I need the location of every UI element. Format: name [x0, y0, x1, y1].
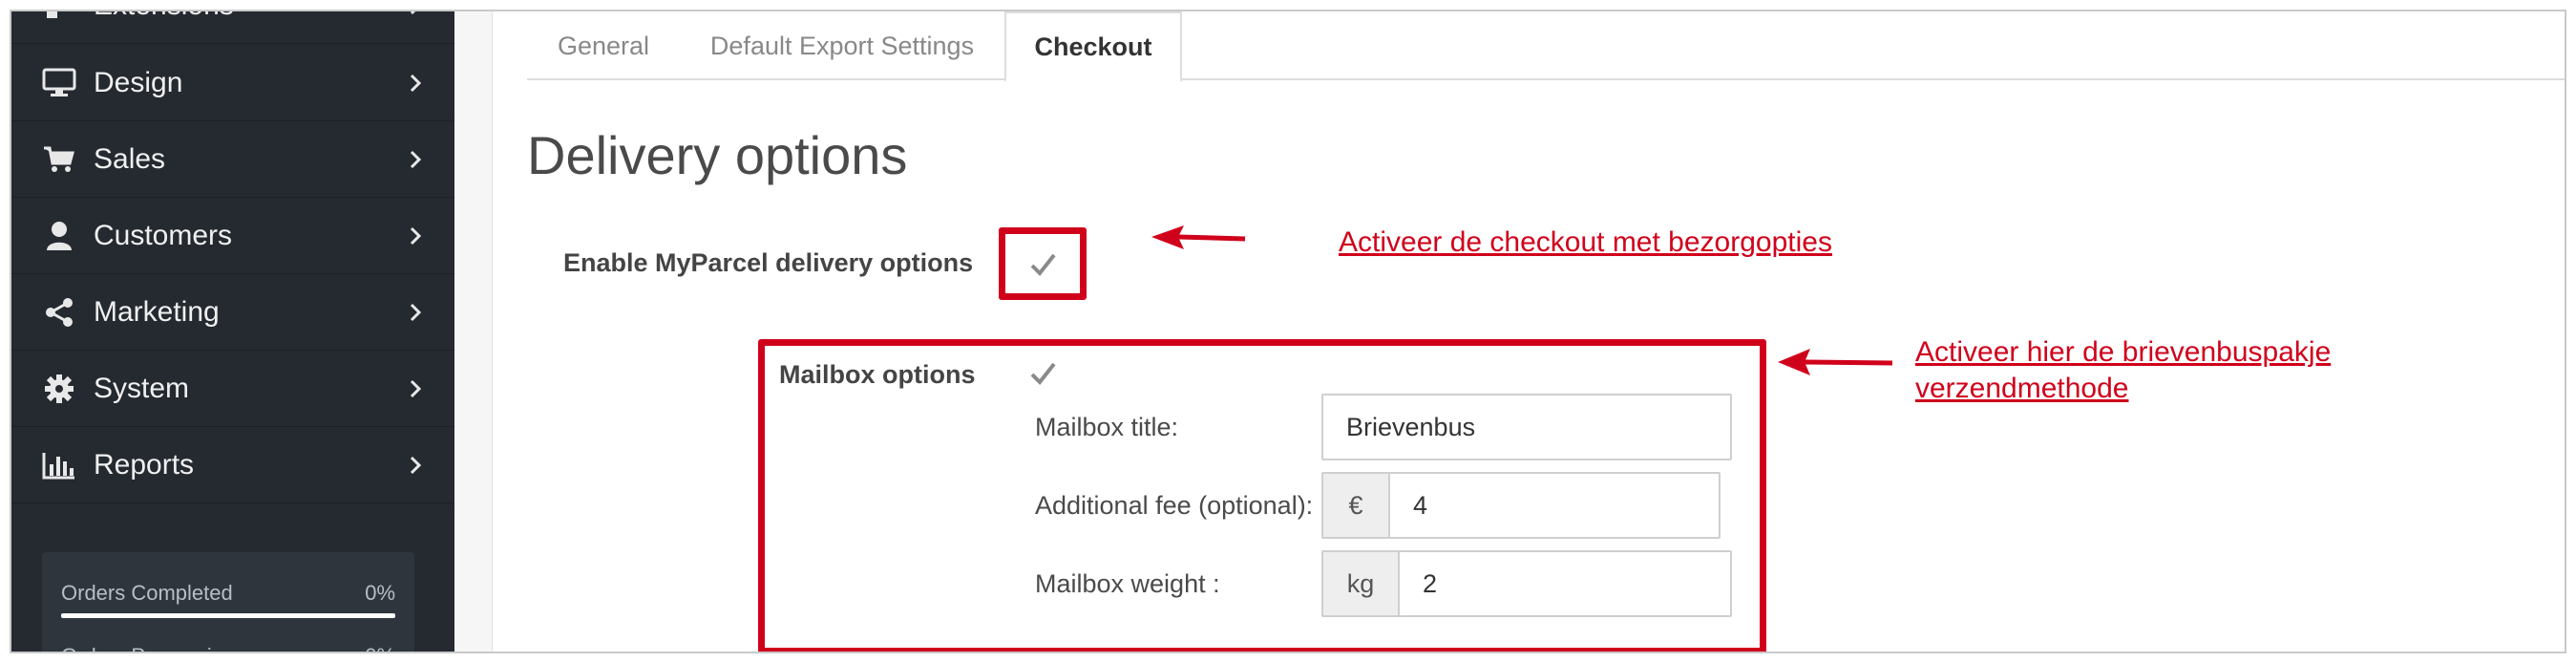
- sidebar-item-label: Sales: [94, 142, 166, 175]
- chevron-right-icon: [405, 11, 426, 23]
- sidebar: Extensions Design Sales Customers: [11, 11, 454, 652]
- chevron-right-icon: [405, 295, 426, 330]
- enable-delivery-options-label: Enable MyParcel delivery options: [563, 248, 974, 277]
- sidebar-item-design[interactable]: Design: [11, 45, 454, 121]
- tab-general[interactable]: General: [527, 11, 680, 80]
- sidebar-item-reports[interactable]: Reports: [11, 427, 454, 503]
- annotation-text-1: Activeer de checkout met bezorgopties: [1339, 226, 1832, 258]
- stat-value: 0%: [365, 644, 395, 652]
- mailbox-weight-label: Mailbox weight :: [1035, 569, 1220, 598]
- weight-unit-addon: kg: [1321, 550, 1400, 617]
- currency-addon: €: [1321, 472, 1390, 539]
- sidebar-item-label: Customers: [94, 219, 233, 251]
- mailbox-options-label: Mailbox options: [779, 360, 976, 389]
- sidebar-item-marketing[interactable]: Marketing: [11, 274, 454, 351]
- annotation-text-2-line1: Activeer hier de brievenbuspakje: [1915, 336, 2332, 368]
- page-title: Delivery options: [527, 125, 908, 185]
- user-icon: [40, 217, 78, 255]
- sidebar-item-label: Reports: [94, 448, 195, 481]
- puzzle-icon: [40, 11, 78, 25]
- content-gutter: [454, 11, 493, 652]
- annotation-text-2-line2: verzendmethode: [1915, 373, 2129, 404]
- tab-bar: General Default Export Settings Checkout: [527, 11, 2565, 82]
- mailbox-weight-input[interactable]: 2: [1398, 550, 1732, 617]
- cart-icon: [40, 140, 78, 179]
- stat-orders-processing: Orders Processing 0%: [61, 644, 395, 652]
- additional-fee-label: Additional fee (optional):: [1035, 491, 1314, 520]
- sidebar-item-label: Design: [94, 66, 183, 98]
- tab-default-export-settings[interactable]: Default Export Settings: [680, 11, 1004, 80]
- stat-orders-completed: Orders Completed 0%: [61, 581, 395, 606]
- sidebar-item-customers[interactable]: Customers: [11, 198, 454, 274]
- checkmark-icon: [1030, 253, 1056, 277]
- monitor-icon: [40, 64, 78, 102]
- chevron-right-icon: [405, 372, 426, 406]
- window-frame: Extensions Design Sales Customers: [10, 10, 2566, 653]
- mailbox-options-checkbox[interactable]: [1028, 359, 1057, 388]
- enable-delivery-options-checkbox[interactable]: [1028, 250, 1057, 279]
- stat-label: Orders Processing: [61, 644, 235, 652]
- sidebar-item-extensions[interactable]: Extensions: [11, 11, 454, 44]
- order-stats-panel: Orders Completed 0% Orders Processing 0%: [42, 552, 414, 652]
- checkmark-icon: [1030, 362, 1056, 386]
- share-icon: [40, 293, 78, 332]
- main-content: General Default Export Settings Checkout…: [493, 11, 2565, 652]
- bar-chart-icon: [40, 446, 78, 484]
- annotation-text-2: Activeer hier de brievenbuspakje verzend…: [1915, 334, 2331, 407]
- tab-checkout[interactable]: Checkout: [1004, 11, 1182, 82]
- sidebar-item-sales[interactable]: Sales: [11, 121, 454, 198]
- stat-progress-bar: [61, 613, 395, 618]
- sidebar-item-label: Extensions: [94, 11, 234, 22]
- sidebar-item-label: System: [94, 372, 190, 404]
- mailbox-title-input[interactable]: Brievenbus: [1321, 394, 1732, 460]
- chevron-right-icon: [405, 448, 426, 482]
- stat-value: 0%: [365, 581, 395, 605]
- chevron-right-icon: [405, 142, 426, 177]
- chevron-right-icon: [405, 66, 426, 100]
- annotation-arrow-1: [1151, 225, 1246, 249]
- gear-icon: [40, 370, 78, 408]
- mailbox-title-label: Mailbox title:: [1035, 413, 1179, 441]
- stat-label: Orders Completed: [61, 581, 233, 605]
- sidebar-item-system[interactable]: System: [11, 351, 454, 427]
- additional-fee-input[interactable]: 4: [1388, 472, 1721, 539]
- annotation-arrow-2: [1778, 349, 1893, 375]
- sidebar-item-label: Marketing: [94, 295, 220, 328]
- chevron-right-icon: [405, 219, 426, 253]
